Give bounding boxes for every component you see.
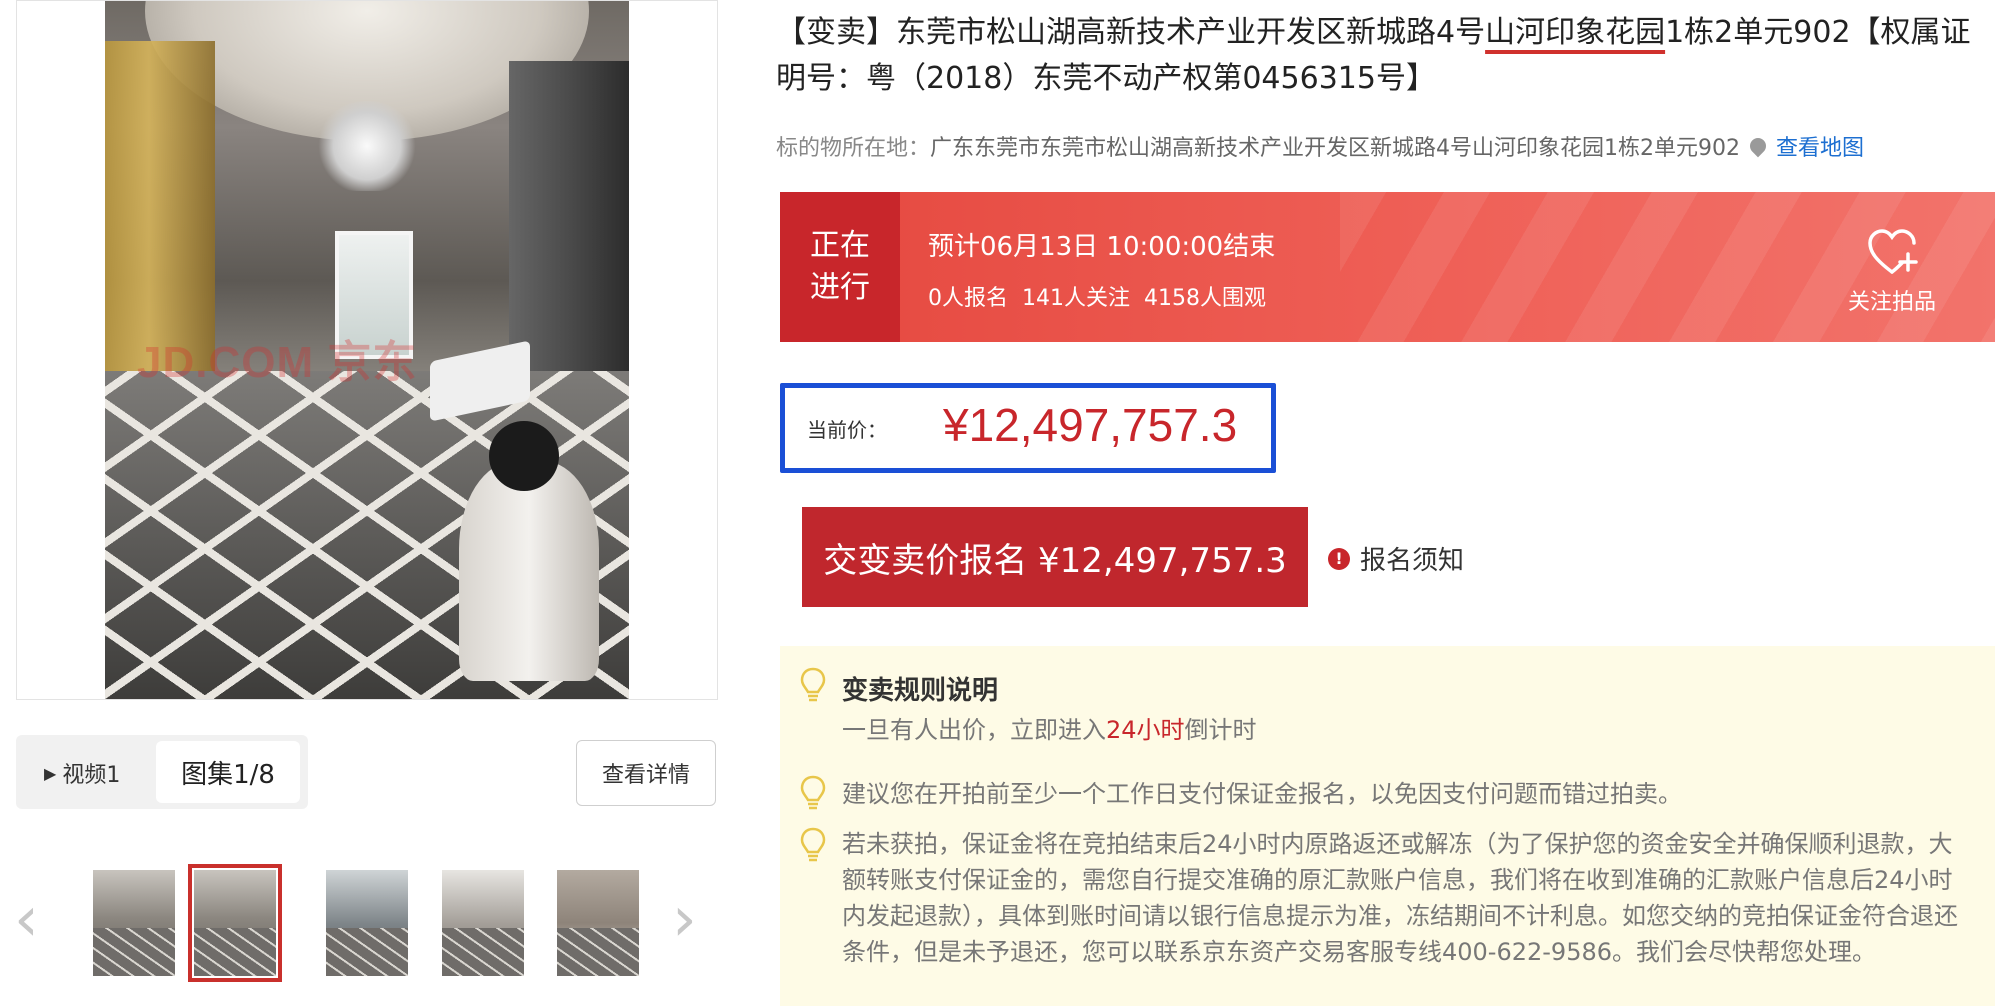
map-pin-icon xyxy=(1746,134,1770,158)
rule-countdown-em: 24小时 xyxy=(1106,716,1185,744)
tab-gallery[interactable]: 图集1/8 xyxy=(156,741,300,803)
rules-panel: 变卖规则说明 一旦有人出价，立即进入24小时倒计时 建议您在开拍前至少一个工作日… xyxy=(780,646,1995,1006)
location-value: 广东东莞市东莞市松山湖高新技术产业开发区新城路4号山河印象花园1栋2单元902 xyxy=(930,136,1741,161)
media-tabs: ▶ 视频1 图集1/8 xyxy=(16,735,308,809)
thumbnail[interactable] xyxy=(93,870,175,976)
signup-notice-link[interactable]: ! 报名须知 xyxy=(1328,540,1464,577)
viewer-count: 4158人围观 xyxy=(1144,286,1266,311)
lightbulb-icon xyxy=(800,667,826,702)
title-prefix: 【变卖】东莞市松山湖高新技术产业开发区新城路4号 xyxy=(776,15,1486,50)
rule-countdown: 一旦有人出价，立即进入24小时倒计时 xyxy=(842,712,1972,748)
follower-count: 141人关注 xyxy=(1022,286,1130,311)
thumbnail[interactable] xyxy=(557,870,639,976)
rule-refund: 若未获拍，保证金将在竞拍结束后24小时内原路返还或解冻（为了保护您的资金安全并确… xyxy=(842,830,1958,966)
rules-title: 变卖规则说明 xyxy=(842,676,999,706)
location-label: 标的物所在地： xyxy=(776,136,931,161)
chevron-left-icon[interactable]: ‹ xyxy=(14,888,39,950)
signup-count: 0人报名 xyxy=(928,286,1008,311)
lightbulb-icon xyxy=(800,775,826,810)
rule-countdown-post: 倒计时 xyxy=(1184,716,1257,744)
heart-plus-icon xyxy=(1868,229,1918,274)
price-label: 当前价： xyxy=(807,418,887,442)
status-line-2: 进行 xyxy=(810,270,870,305)
listing-title: 【变卖】东莞市松山湖高新技术产业开发区新城路4号山河印象花园1栋2单元902【权… xyxy=(776,10,1976,102)
signup-button[interactable]: 交变卖价报名 ¥12,497,757.3 xyxy=(802,507,1308,607)
main-photo[interactable]: JD.COM 京东 xyxy=(16,0,718,700)
lightbulb-icon xyxy=(800,827,826,862)
status-line-1: 正在 xyxy=(810,228,870,263)
follow-label: 关注拍品 xyxy=(1847,290,1936,315)
thumbnail-selected[interactable] xyxy=(188,864,282,982)
notice-label: 报名须知 xyxy=(1360,546,1465,576)
end-time: 预计06月13日 10:00:00结束 xyxy=(928,232,1276,262)
view-map-link[interactable]: 查看地图 xyxy=(1776,130,1864,162)
play-icon: ▶ xyxy=(44,763,57,783)
title-highlight: 山河印象花园 xyxy=(1485,15,1666,50)
current-price-box: 当前价： ¥12,497,757.3 xyxy=(780,383,1276,473)
tab-video[interactable]: ▶ 视频1 xyxy=(44,757,120,789)
tab-video-label: 视频1 xyxy=(62,763,121,788)
auction-status-banner: 正在 进行 预计06月13日 10:00:00结束 0人报名 141人关注 4158… xyxy=(780,192,1995,342)
view-details-button[interactable]: 查看详情 xyxy=(576,740,716,806)
thumbnail[interactable] xyxy=(442,870,524,976)
price-value: ¥12,497,757.3 xyxy=(943,399,1238,451)
rule-countdown-pre: 一旦有人出价，立即进入 xyxy=(842,716,1106,744)
watermark: JD.COM 京东 xyxy=(137,338,418,387)
rule-deposit-advice: 建议您在开拍前至少一个工作日支付保证金报名，以免因支付问题而错过拍卖。 xyxy=(842,780,1682,808)
thumbnail[interactable] xyxy=(326,870,408,976)
follow-button[interactable]: 关注拍品 xyxy=(1837,228,1947,316)
alert-icon: ! xyxy=(1328,547,1350,570)
location-row: 标的物所在地： 广东东莞市东莞市松山湖高新技术产业开发区新城路4号山河印象花园1… xyxy=(776,130,1864,162)
chevron-right-icon[interactable]: › xyxy=(672,888,697,950)
status-badge: 正在 进行 xyxy=(780,192,900,342)
auction-stats: 0人报名 141人关注 4158人围观 xyxy=(928,280,1280,312)
